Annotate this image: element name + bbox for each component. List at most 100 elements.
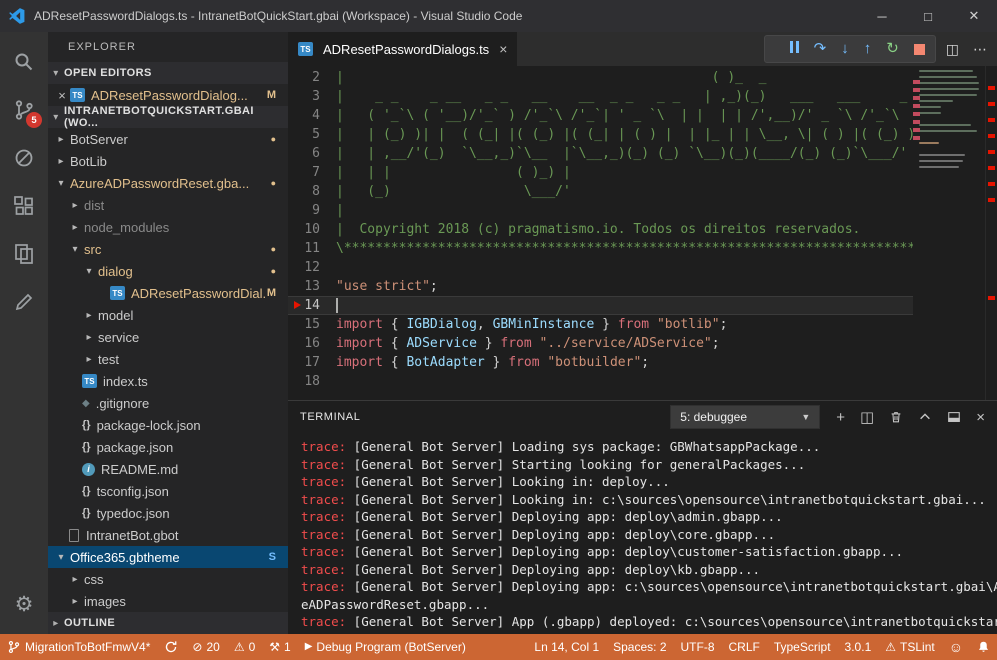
split-terminal-icon[interactable]: ◫ (860, 410, 874, 425)
line-number[interactable]: 17 (288, 353, 336, 372)
status-smiley[interactable]: ☺ (942, 634, 970, 660)
line-number[interactable]: 7 (288, 163, 336, 182)
tree-item-tsconfig-json[interactable]: {}tsconfig.json (48, 480, 288, 502)
line-number[interactable]: 2 (288, 68, 336, 87)
status-error[interactable]: ⊘20 (185, 634, 226, 660)
tree-item-css[interactable]: ▸css (48, 568, 288, 590)
line-number[interactable]: 8 (288, 182, 336, 201)
terminal-line: trace: [General Bot Server] Deploying ap… (301, 543, 997, 561)
tree-item-service[interactable]: ▸service (48, 326, 288, 348)
tree-item-intranetbot-gbot[interactable]: IntranetBot.gbot (48, 524, 288, 546)
tree-item-package-json[interactable]: {}package.json (48, 436, 288, 458)
status-sync[interactable] (157, 634, 185, 660)
close-panel-icon[interactable]: × (976, 410, 985, 425)
status-warning[interactable]: ⚠0 (227, 634, 262, 660)
open-editor-item[interactable]: × TS ADResetPasswordDialog... M (48, 84, 288, 106)
tree-item-dist[interactable]: ▸dist (48, 194, 288, 216)
line-number[interactable]: 12 (288, 258, 336, 277)
activity-explorer-icon[interactable] (0, 230, 48, 278)
tab-terminal[interactable]: TERMINAL (300, 411, 360, 423)
tree-item-botserver[interactable]: ▸BotServer● (48, 128, 288, 150)
activity-debug-icon[interactable] (0, 134, 48, 182)
close-button[interactable]: ✕ (951, 0, 997, 32)
line-number[interactable]: 4 (288, 106, 336, 125)
kill-terminal-icon[interactable] (889, 410, 903, 424)
status-debug[interactable]: ▶Debug Program (BotServer) (298, 634, 473, 660)
stop-icon[interactable] (914, 44, 925, 55)
minimap[interactable] (913, 66, 985, 400)
line-number[interactable]: 3 (288, 87, 336, 106)
pause-icon[interactable] (790, 40, 799, 58)
step-over-icon[interactable]: ↷ (814, 40, 827, 58)
line-number[interactable]: 5 (288, 125, 336, 144)
status-warning[interactable]: ⚠TSLint (878, 634, 941, 660)
code-line-4: 4| ( '_`\ ( '__)/'_` ) /'_`\ /'_`| ' _ `… (288, 106, 913, 125)
status-3-0-1[interactable]: 3.0.1 (838, 634, 879, 660)
terminal-selector-dropdown[interactable]: 5: debuggee ▼ (670, 405, 820, 429)
tree-item-package-lock-json[interactable]: {}package-lock.json (48, 414, 288, 436)
line-number[interactable]: 16 (288, 334, 336, 353)
line-number[interactable]: 11 (288, 239, 336, 258)
outline-header[interactable]: ▸ OUTLINE (48, 612, 288, 634)
tree-item-model[interactable]: ▸model (48, 304, 288, 326)
line-number[interactable]: 14 (288, 296, 336, 315)
tree-item-dialog[interactable]: ▾dialog● (48, 260, 288, 282)
status-crlf[interactable]: CRLF (722, 634, 767, 660)
tab-adresetpassworddialogs[interactable]: TS ADResetPasswordDialogs.ts × (288, 32, 517, 66)
code-line-13: 13"use strict"; (288, 277, 913, 296)
tree-item-typedoc-json[interactable]: {}typedoc.json (48, 502, 288, 524)
tree-item-images[interactable]: ▸images (48, 590, 288, 612)
gear-icon[interactable]: ⚙ (0, 580, 48, 628)
line-number[interactable]: 15 (288, 315, 336, 334)
overview-ruler[interactable] (985, 66, 997, 400)
tree-item-node-modules[interactable]: ▸node_modules (48, 216, 288, 238)
toggle-panel-icon[interactable] (947, 410, 961, 424)
status-typescript[interactable]: TypeScript (767, 634, 838, 660)
tree-item-gitignore[interactable]: ◆.gitignore (48, 392, 288, 414)
tree-item-label: Office365.gbtheme (70, 550, 180, 565)
line-number[interactable]: 10 (288, 220, 336, 239)
activity-source-control-icon[interactable]: 5 (0, 86, 48, 134)
line-number[interactable]: 9 (288, 201, 336, 220)
activity-search-icon[interactable] (0, 38, 48, 86)
activity-extensions-icon[interactable] (0, 182, 48, 230)
step-into-icon[interactable]: ↓ (841, 40, 849, 58)
tree-item-adresetpassworddial[interactable]: TSADResetPasswordDial...M (48, 282, 288, 304)
modified-dot-badge: ● (271, 178, 276, 188)
maximize-panel-icon[interactable] (918, 410, 932, 424)
line-number[interactable]: 18 (288, 372, 336, 391)
tree-item-office365-gbtheme[interactable]: ▾Office365.gbthemeS (48, 546, 288, 568)
tree-item-test[interactable]: ▸test (48, 348, 288, 370)
status-right: Ln 14, Col 1Spaces: 2UTF-8CRLFTypeScript… (527, 634, 997, 660)
modified-dot-badge: ● (271, 244, 276, 254)
status-ln-14-col-1[interactable]: Ln 14, Col 1 (527, 634, 606, 660)
code-area[interactable]: 2| ( )_ _ |3| _ _ _ __ _ _ __ __ _ _ _ _… (288, 66, 913, 400)
tree-item-botlib[interactable]: ▸BotLib (48, 150, 288, 172)
more-icon[interactable]: ⋯ (973, 41, 987, 58)
step-out-icon[interactable]: ↑ (864, 40, 872, 58)
open-editors-header[interactable]: ▾ OPEN EDITORS (48, 62, 288, 84)
code-text: import { IGBDialog, GBMinInstance } from… (336, 315, 913, 334)
tree-item-index-ts[interactable]: TSindex.ts (48, 370, 288, 392)
new-terminal-icon[interactable]: + (836, 410, 845, 425)
terminal-output[interactable]: trace: [General Bot Server] Loading sys … (288, 433, 997, 634)
tree-item-readme-md[interactable]: iREADME.md (48, 458, 288, 480)
status-utf-8[interactable]: UTF-8 (674, 634, 722, 660)
activity-edit-icon[interactable] (0, 278, 48, 326)
status-tools[interactable]: ⚒1 (262, 634, 297, 660)
tree-item-azureadpasswordreset-gba[interactable]: ▾AzureADPasswordReset.gba...● (48, 172, 288, 194)
tree-item-src[interactable]: ▾src● (48, 238, 288, 260)
minimize-button[interactable]: ─ (859, 0, 905, 32)
status-branch[interactable]: MigrationToBotFmwV4* (0, 634, 157, 660)
workspace-header[interactable]: ▾ INTRANETBOTQUICKSTART.GBAI (WO... (48, 106, 288, 128)
restart-icon[interactable]: ↻ (886, 40, 899, 58)
maximize-button[interactable]: □ (905, 0, 951, 32)
status-spaces-2[interactable]: Spaces: 2 (606, 634, 673, 660)
split-editor-icon[interactable]: ◫ (946, 41, 959, 58)
line-number[interactable]: 13 (288, 277, 336, 296)
tab-close-icon[interactable]: × (499, 41, 507, 57)
close-editor-icon[interactable]: × (54, 88, 70, 103)
status-bell[interactable] (970, 634, 997, 660)
line-number[interactable]: 6 (288, 144, 336, 163)
code-editor[interactable]: 2| ( )_ _ |3| _ _ _ __ _ _ __ __ _ _ _ _… (288, 66, 997, 400)
